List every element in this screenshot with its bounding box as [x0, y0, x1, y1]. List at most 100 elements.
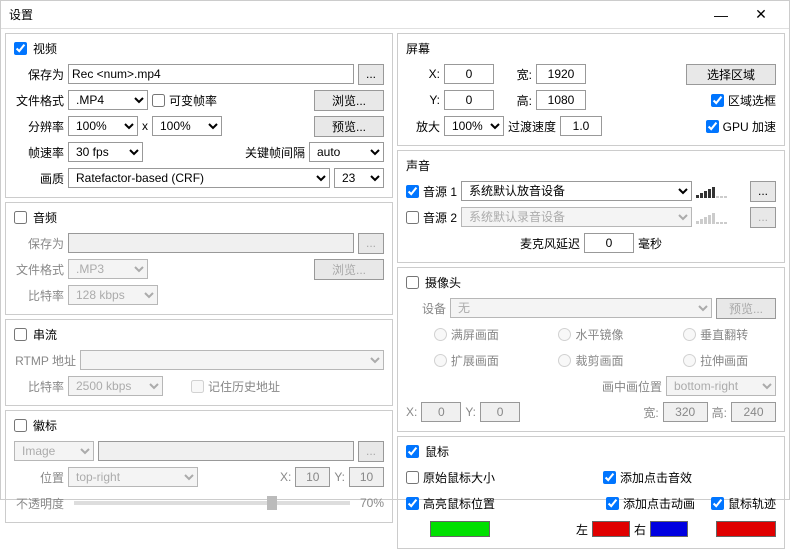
sound-micdelay-label: 麦克风延迟: [520, 235, 580, 252]
audio-group: 音频 保存为 ... 文件格式 .MP3 浏览... 比特率 128 kbps: [5, 202, 393, 315]
screen-transition-input[interactable]: [560, 116, 602, 136]
stream-remember-checkbox: [191, 380, 204, 393]
sound-micdelay-input[interactable]: [584, 233, 634, 253]
mouse-checkbox[interactable]: [406, 445, 419, 458]
screen-zoom-select[interactable]: 100%: [444, 116, 504, 136]
audio-saveas-input: [68, 233, 354, 253]
video-preview-button[interactable]: 预览...: [314, 116, 384, 137]
emblem-more-button: ...: [358, 441, 384, 462]
audio-bitrate-select: 128 kbps: [68, 285, 158, 305]
camera-title: 摄像头: [425, 274, 461, 291]
sound-src2-more-button: ...: [750, 207, 776, 228]
camera-y-label: Y:: [465, 405, 476, 419]
sound-src1-more-button[interactable]: ...: [750, 181, 776, 202]
camera-checkbox[interactable]: [406, 276, 419, 289]
camera-preview-button: 预览...: [716, 298, 776, 319]
camera-hflip-radio: [558, 328, 571, 341]
video-keyframe-select[interactable]: auto: [309, 142, 384, 162]
emblem-x-input: [295, 467, 330, 487]
stream-bitrate-select: 2500 kbps: [68, 376, 163, 396]
video-quality-select[interactable]: Ratefactor-based (CRF): [68, 168, 330, 188]
mouse-group: 鼠标 原始鼠标大小 添加点击音效 高亮鼠标位置 添加点击动画 鼠标轨迹 左 右: [397, 436, 785, 549]
camera-h-label: 高:: [712, 404, 727, 421]
video-saveas-more-button[interactable]: ...: [358, 64, 384, 85]
camera-device-select: 无: [450, 298, 712, 318]
mouse-right-color-swatch[interactable]: [650, 521, 688, 537]
mouse-trail-color-swatch[interactable]: [716, 521, 776, 537]
video-browse-button[interactable]: 浏览...: [314, 90, 384, 111]
camera-device-label: 设备: [406, 300, 446, 317]
video-format-label: 文件格式: [14, 92, 64, 109]
screen-x-input[interactable]: [444, 64, 494, 84]
emblem-type-select: Image: [14, 441, 94, 461]
screen-y-input[interactable]: [444, 90, 494, 110]
audio-saveas-more-button: ...: [358, 233, 384, 254]
camera-w-input: [663, 402, 708, 422]
mouse-left-color-swatch[interactable]: [592, 521, 630, 537]
camera-fullscreen-radio: [434, 328, 447, 341]
sound-src2-label: 音源 2: [423, 209, 457, 226]
titlebar: 设置 — ✕: [1, 1, 789, 29]
screen-transition-label: 过渡速度: [508, 118, 556, 135]
stream-group: 串流 RTMP 地址 比特率 2500 kbps 记住历史地址: [5, 319, 393, 406]
mouse-click-sound-checkbox[interactable]: [603, 471, 616, 484]
video-fps-select[interactable]: 30 fps: [68, 142, 143, 162]
sound-src2-volume-icon: [696, 210, 746, 224]
sound-title: 声音: [406, 157, 430, 174]
mouse-orig-size-checkbox[interactable]: [406, 471, 419, 484]
sound-src1-checkbox[interactable]: [406, 185, 419, 198]
mouse-right-label: 右: [634, 521, 646, 538]
camera-group: 摄像头 设备 无 预览... 满屏画面 水平镜像 垂直翻转 扩展画面 裁剪画面 …: [397, 267, 785, 432]
screen-gpu-checkbox[interactable]: [706, 120, 719, 133]
stream-checkbox[interactable]: [14, 328, 27, 341]
video-vbr-label: 可变帧率: [169, 92, 217, 109]
video-checkbox[interactable]: [14, 42, 27, 55]
video-vbr-checkbox[interactable]: [152, 94, 165, 107]
video-crf-select[interactable]: 23: [334, 168, 384, 188]
video-saveas-label: 保存为: [14, 66, 64, 83]
audio-format-label: 文件格式: [14, 261, 64, 278]
mouse-highlight-color-swatch[interactable]: [430, 521, 490, 537]
audio-bitrate-label: 比特率: [14, 287, 64, 304]
mouse-trail-checkbox[interactable]: [711, 497, 724, 510]
mouse-click-anim-checkbox[interactable]: [606, 497, 619, 510]
emblem-checkbox[interactable]: [14, 419, 27, 432]
minimize-button[interactable]: —: [701, 7, 741, 23]
audio-browse-button: 浏览...: [314, 259, 384, 280]
stream-remember-label: 记住历史地址: [208, 378, 280, 395]
screen-w-label: 宽:: [512, 66, 532, 83]
sound-src1-select[interactable]: 系统默认放音设备: [461, 181, 692, 201]
screen-x-label: X:: [406, 67, 440, 81]
emblem-y-input: [349, 467, 384, 487]
screen-zoom-label: 放大: [406, 118, 440, 135]
sound-src2-checkbox[interactable]: [406, 211, 419, 224]
stream-rtmp-select: [80, 350, 384, 370]
screen-region-frame-checkbox[interactable]: [711, 94, 724, 107]
camera-x-label: X:: [406, 405, 417, 419]
mouse-highlight-checkbox[interactable]: [406, 497, 419, 510]
window-title: 设置: [9, 6, 701, 23]
video-format-select[interactable]: .MP4: [68, 90, 148, 110]
screen-h-input[interactable]: [536, 90, 586, 110]
screen-w-input[interactable]: [536, 64, 586, 84]
stream-title: 串流: [33, 326, 57, 343]
video-res-w-select[interactable]: 100%: [68, 116, 138, 136]
camera-h-input: [731, 402, 776, 422]
audio-checkbox[interactable]: [14, 211, 27, 224]
mouse-left-label: 左: [576, 521, 588, 538]
video-fps-label: 帧速率: [14, 144, 64, 161]
screen-select-region-button[interactable]: 选择区域: [686, 64, 776, 85]
video-res-x-label: x: [142, 119, 148, 133]
video-quality-label: 画质: [14, 170, 64, 187]
sound-src1-label: 音源 1: [423, 183, 457, 200]
emblem-y-label: Y:: [334, 470, 345, 484]
emblem-group: 徽标 Image ... 位置 top-right X: Y: 不透明度 70%: [5, 410, 393, 523]
screen-title: 屏幕: [406, 40, 430, 57]
video-saveas-input[interactable]: [68, 64, 354, 84]
sound-group: 声音 音源 1 系统默认放音设备 ... 音源 2 系统默认录音设备 ... 麦…: [397, 150, 785, 263]
close-button[interactable]: ✕: [741, 6, 781, 23]
video-res-h-select[interactable]: 100%: [152, 116, 222, 136]
sound-ms-label: 毫秒: [638, 235, 662, 252]
sound-src1-volume-icon: [696, 184, 746, 198]
camera-vflip-radio: [683, 328, 696, 341]
